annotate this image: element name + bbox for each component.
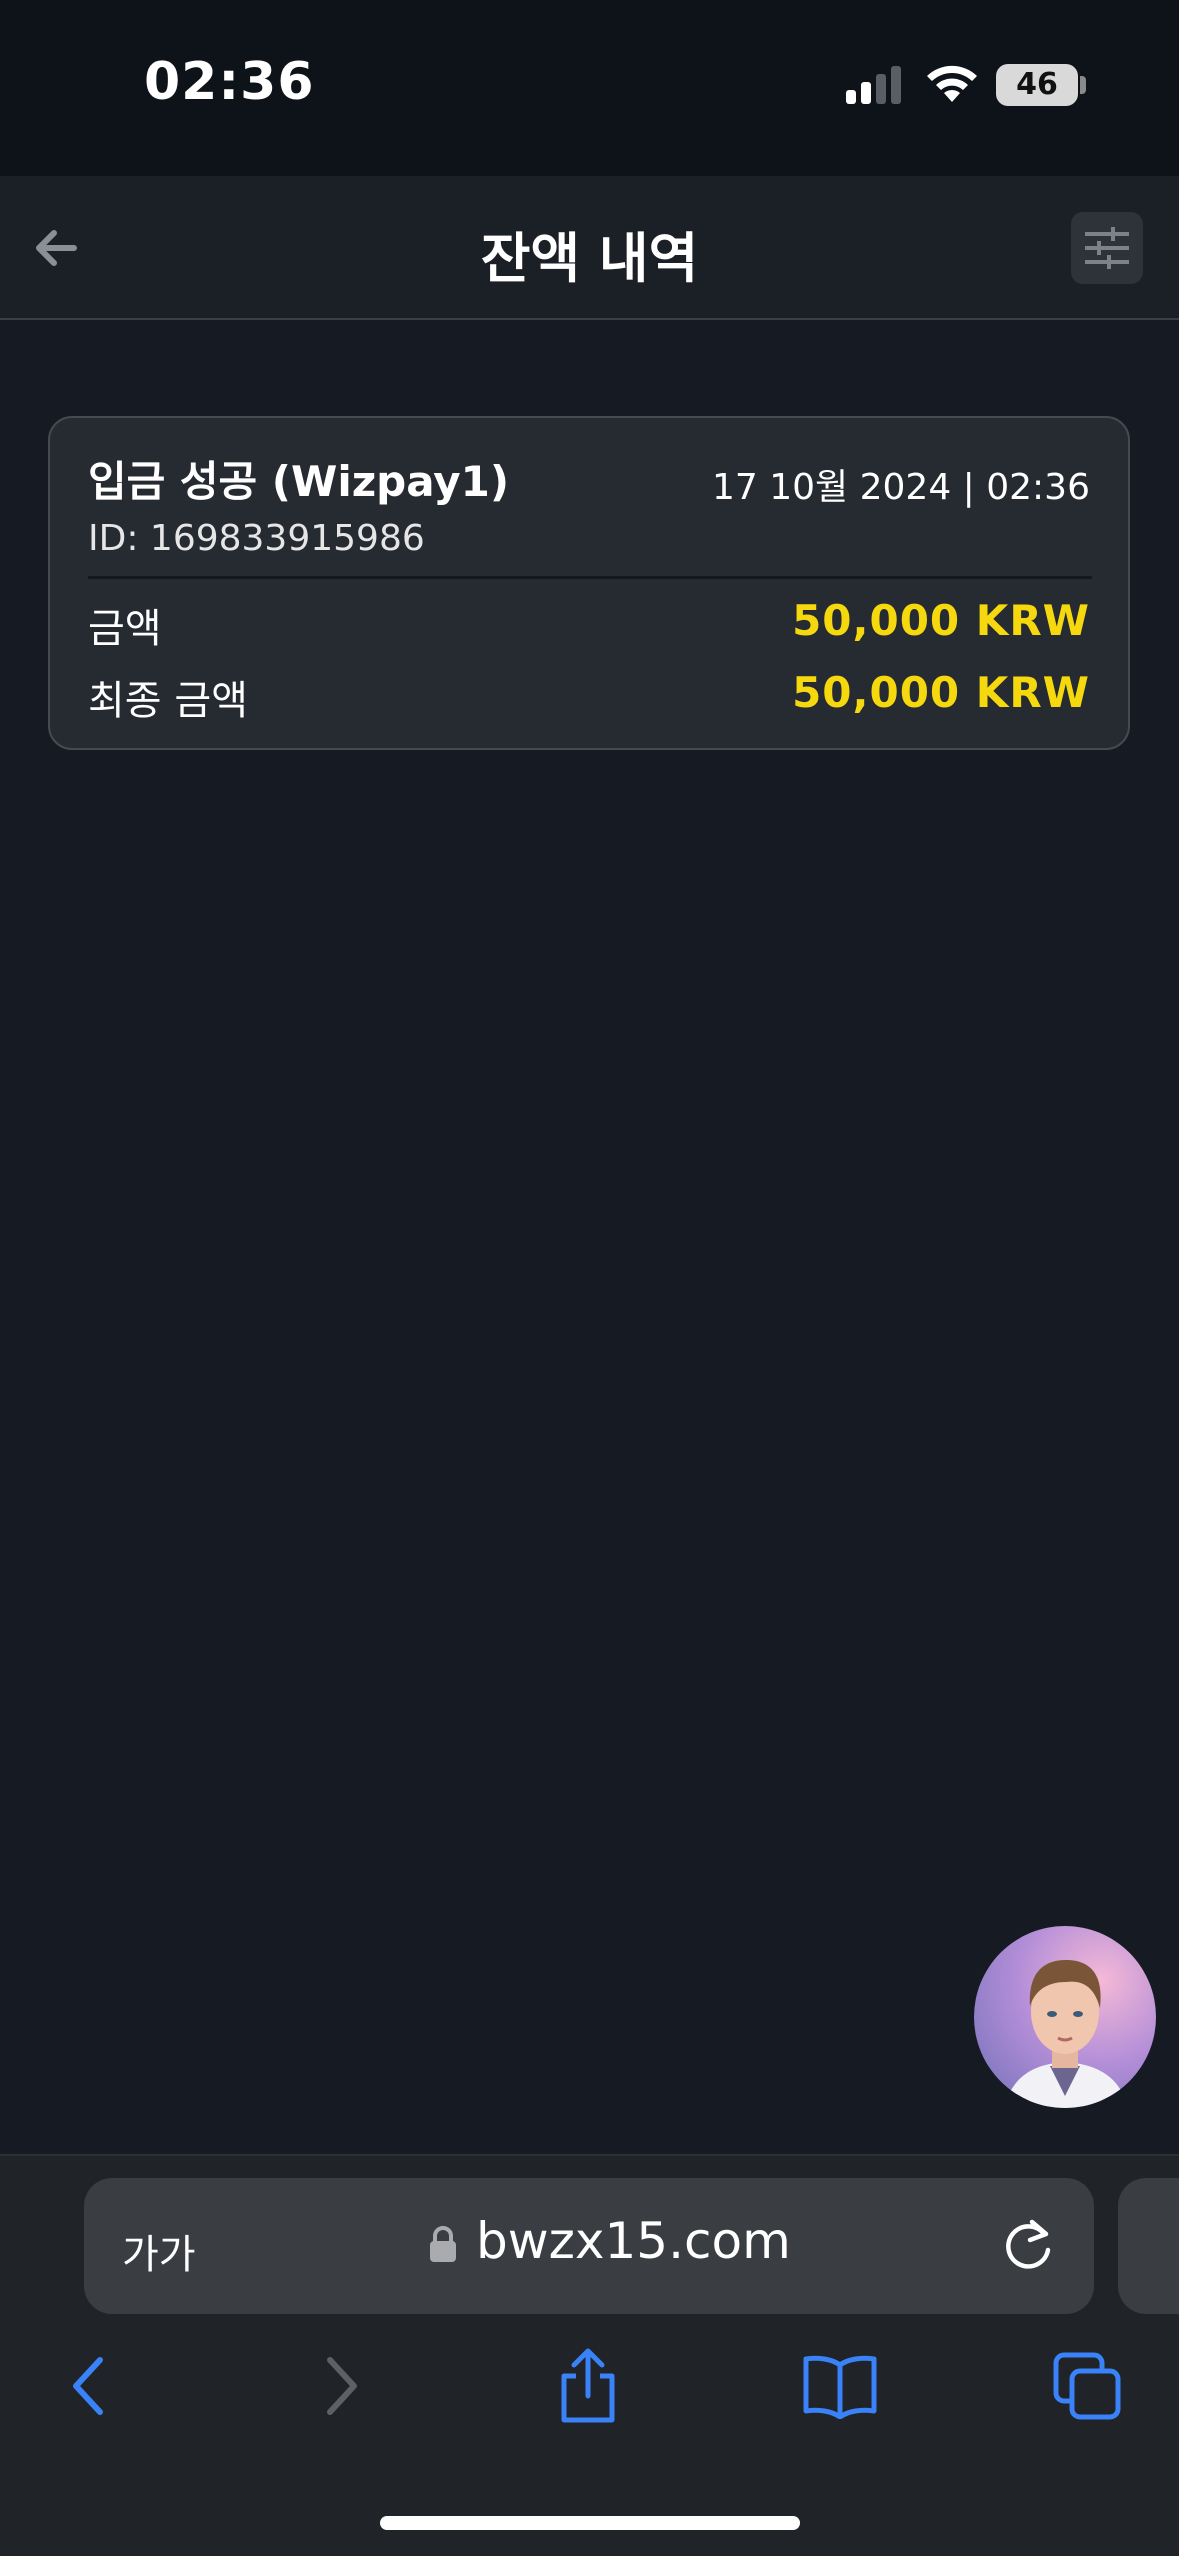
amount-label: 금액 — [88, 606, 162, 652]
chat-support-avatar[interactable] — [974, 1926, 1156, 2108]
transaction-datetime: 17 10월 2024 | 02:36 — [711, 467, 1090, 508]
final-amount-value: 50,000 KRW — [792, 668, 1090, 717]
back-nav-button[interactable] — [48, 2346, 128, 2426]
home-indicator[interactable] — [380, 2516, 800, 2530]
divider — [88, 576, 1092, 579]
forward-nav-button[interactable] — [302, 2346, 382, 2426]
next-tab-address-bar[interactable] — [1118, 2178, 1179, 2314]
status-bar: 02:36 46 — [0, 0, 1179, 176]
battery-level: 46 — [1016, 67, 1058, 102]
cellular-signal-icon — [846, 66, 901, 104]
status-time: 02:36 — [144, 52, 315, 112]
page-title: 잔액 내역 — [480, 227, 699, 290]
share-button[interactable] — [548, 2346, 628, 2426]
transaction-title: 입금 성공 (Wizpay1) — [88, 457, 510, 506]
tabs-button[interactable] — [1048, 2346, 1128, 2426]
lock-icon — [430, 2226, 456, 2262]
reload-icon[interactable] — [1002, 2216, 1056, 2272]
transaction-card[interactable]: 입금 성공 (Wizpay1) 17 10월 2024 | 02:36 ID: … — [48, 416, 1130, 750]
filter-button[interactable] — [1071, 212, 1143, 284]
tabs-icon — [1053, 2352, 1121, 2420]
chevron-left-icon — [73, 2357, 103, 2415]
app-header: 잔액 내역 — [0, 176, 1179, 320]
page: 02:36 46 잔액 내역 입금 성공 (Wizpay1) 17 10월 20… — [0, 0, 1179, 2556]
text-size-button[interactable]: 가가 — [122, 2222, 196, 2280]
chevron-right-icon — [327, 2357, 357, 2415]
bookmarks-icon — [803, 2355, 877, 2419]
wifi-icon — [927, 65, 977, 102]
url-text: bwzx15.com — [476, 2212, 791, 2270]
filter-sliders-icon — [1085, 227, 1129, 269]
share-icon — [561, 2348, 615, 2423]
support-agent-avatar-icon — [1004, 1960, 1128, 2108]
battery-icon: 46 — [996, 64, 1078, 106]
final-amount-label: 최종 금액 — [88, 678, 248, 724]
transaction-id: ID: 169833915986 — [88, 518, 425, 559]
amount-value: 50,000 KRW — [792, 596, 1090, 645]
battery-nub — [1080, 76, 1086, 94]
bookmarks-button[interactable] — [800, 2346, 880, 2426]
address-bar[interactable]: 가가 bwzx15.com — [84, 2178, 1094, 2314]
